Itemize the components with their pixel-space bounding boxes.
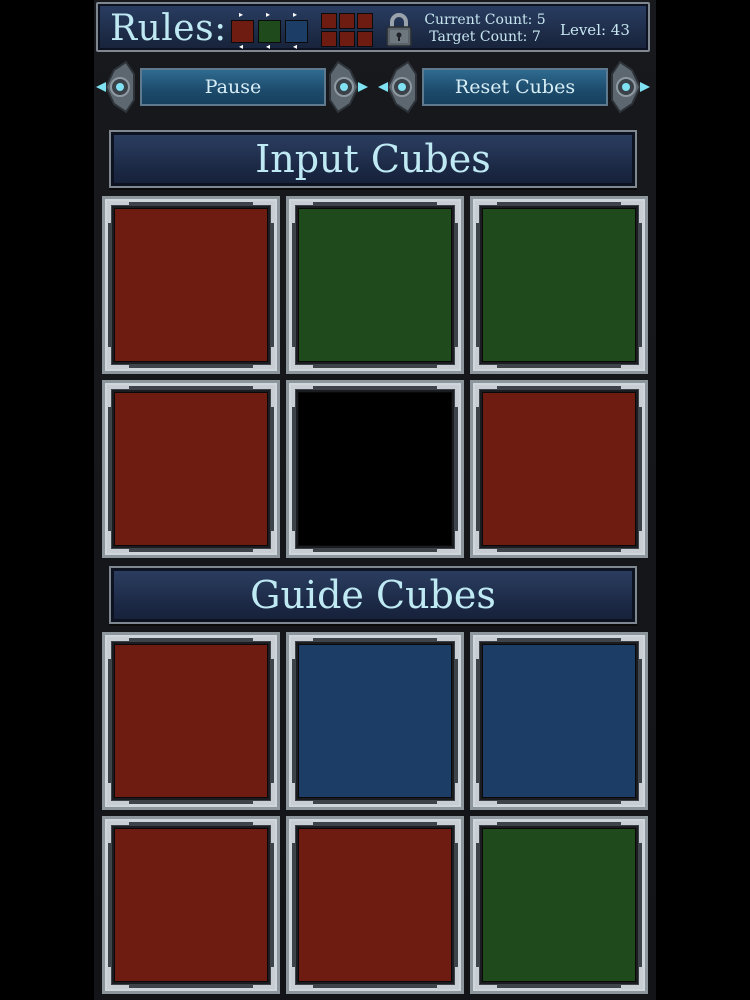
guide-cube-red[interactable] xyxy=(102,816,280,994)
rule-pattern-cell xyxy=(357,13,373,29)
count-readout: Current Count: 5 Target Count: 7 xyxy=(420,12,550,46)
guide-cube-red[interactable] xyxy=(286,816,464,994)
input-cube-red[interactable] xyxy=(102,196,280,374)
guide-cubes-title: Guide Cubes xyxy=(250,573,496,617)
reset-cubes-button[interactable]: Reset Cubes xyxy=(422,68,608,106)
pause-button[interactable]: Pause xyxy=(140,68,326,106)
input-cube-red[interactable] xyxy=(102,380,280,558)
arrow-left-icon: ◂ xyxy=(239,42,244,51)
game-board: Rules: ▸ ▸ ▸ ◂ ◂ ◂ Current Count: 5 Targ… xyxy=(94,0,656,1000)
ornament-icon xyxy=(329,60,368,114)
cube-face xyxy=(482,644,636,798)
ornament-icon xyxy=(378,60,417,114)
rule-pattern-cell xyxy=(321,31,337,47)
rules-label: Rules: xyxy=(110,8,227,49)
guide-cube-blue[interactable] xyxy=(286,632,464,810)
input-cube-green[interactable] xyxy=(286,196,464,374)
rule-pattern-cell xyxy=(339,31,355,47)
current-count: Current Count: 5 xyxy=(424,12,546,28)
cube-face xyxy=(114,828,268,982)
rule-target-pattern xyxy=(321,13,373,47)
input-cubes-header: Input Cubes xyxy=(109,130,637,188)
rule-cube-green xyxy=(258,20,281,43)
rule-pattern-cell xyxy=(339,13,355,29)
guide-cubes-grid xyxy=(102,632,648,994)
rule-pattern-cell xyxy=(321,13,337,29)
cube-face xyxy=(298,644,452,798)
ornament-icon xyxy=(96,60,135,114)
arrow-right-icon: ▸ xyxy=(239,10,244,19)
arrow-right-icon: ▸ xyxy=(293,10,298,19)
cube-face xyxy=(114,392,268,546)
cube-face xyxy=(482,208,636,362)
input-cube-green[interactable] xyxy=(470,196,648,374)
rule-pattern-cell xyxy=(357,31,373,47)
input-cubes-grid xyxy=(102,196,648,558)
pause-button-frame: Pause xyxy=(96,58,368,116)
input-cube-black[interactable] xyxy=(286,380,464,558)
guide-cube-red[interactable] xyxy=(102,632,280,810)
cube-face xyxy=(298,208,452,362)
cube-face xyxy=(114,644,268,798)
reset-button-frame: Reset Cubes xyxy=(378,58,650,116)
cube-face xyxy=(298,828,452,982)
arrow-left-icon: ◂ xyxy=(266,42,271,51)
rule-cube-blue xyxy=(285,20,308,43)
input-cubes-title: Input Cubes xyxy=(255,137,491,181)
cube-face xyxy=(482,392,636,546)
arrow-right-icon: ▸ xyxy=(266,10,271,19)
level-indicator: Level: 43 xyxy=(560,21,630,39)
rule-cube-red xyxy=(231,20,254,43)
arrow-left-icon: ◂ xyxy=(293,42,298,51)
guide-cubes-header: Guide Cubes xyxy=(109,566,637,624)
padlock-icon xyxy=(386,13,412,47)
target-count: Target Count: 7 xyxy=(429,29,541,45)
guide-cube-blue[interactable] xyxy=(470,632,648,810)
rules-bar: Rules: ▸ ▸ ▸ ◂ ◂ ◂ Current Count: 5 Targ… xyxy=(96,2,650,52)
ornament-icon xyxy=(611,60,650,114)
guide-cube-green[interactable] xyxy=(470,816,648,994)
cube-face xyxy=(482,828,636,982)
rule-sequence: ▸ ▸ ▸ ◂ ◂ ◂ xyxy=(231,10,311,51)
cube-face xyxy=(298,392,452,546)
cube-face xyxy=(114,208,268,362)
input-cube-red[interactable] xyxy=(470,380,648,558)
